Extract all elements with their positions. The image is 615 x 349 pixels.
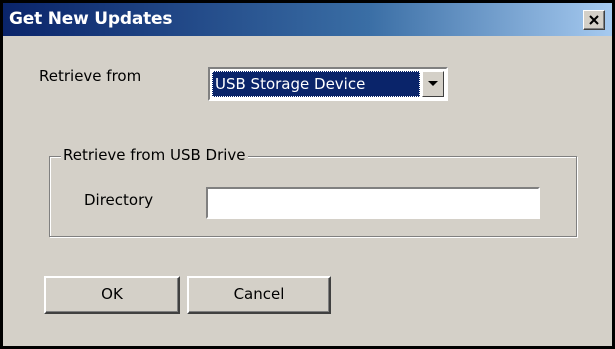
dropdown-arrow-button[interactable] — [422, 71, 444, 97]
dialog-window: Get New Updates Retrieve from USB Storag… — [0, 0, 615, 349]
directory-label: Directory — [84, 191, 154, 209]
close-icon — [589, 15, 599, 25]
directory-input[interactable] — [206, 187, 540, 219]
close-button[interactable] — [583, 10, 605, 30]
retrieve-from-dropdown[interactable]: USB Storage Device — [208, 67, 448, 101]
ok-button[interactable]: OK — [44, 276, 180, 314]
window-title: Get New Updates — [9, 9, 173, 29]
chevron-down-icon — [428, 81, 438, 86]
cancel-button[interactable]: Cancel — [187, 276, 331, 314]
title-bar[interactable]: Get New Updates — [3, 3, 612, 36]
group-title: Retrieve from USB Drive — [61, 146, 248, 164]
retrieve-from-label: Retrieve from — [39, 67, 142, 85]
retrieve-from-selected-value[interactable]: USB Storage Device — [212, 71, 420, 97]
